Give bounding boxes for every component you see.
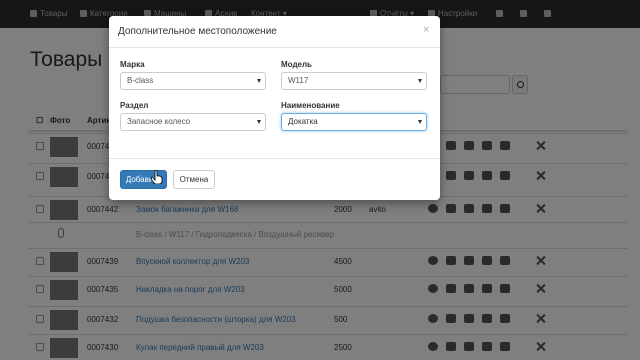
cancel-button[interactable]: Отмена (173, 170, 215, 189)
caret-down-icon (418, 120, 422, 124)
model-select[interactable]: W117 (281, 72, 427, 90)
section-select[interactable]: Запасное колесо (120, 113, 266, 131)
close-icon[interactable]: × (423, 24, 429, 36)
modal-footer-divider (109, 158, 440, 159)
name-label: Наименование (281, 101, 340, 110)
name-select[interactable]: Докатка (281, 113, 427, 131)
additional-location-modal: Дополнительное местоположение × Марка B-… (109, 16, 440, 200)
brand-select[interactable]: B-class (120, 72, 266, 90)
caret-down-icon (257, 120, 261, 124)
model-label: Модель (281, 60, 312, 69)
hand-cursor-icon (151, 170, 163, 184)
caret-down-icon (257, 79, 261, 83)
modal-title: Дополнительное местоположение (118, 26, 277, 37)
caret-down-icon (418, 79, 422, 83)
brand-label: Марка (120, 60, 145, 69)
section-label: Раздел (120, 101, 149, 110)
modal-divider (109, 47, 440, 48)
